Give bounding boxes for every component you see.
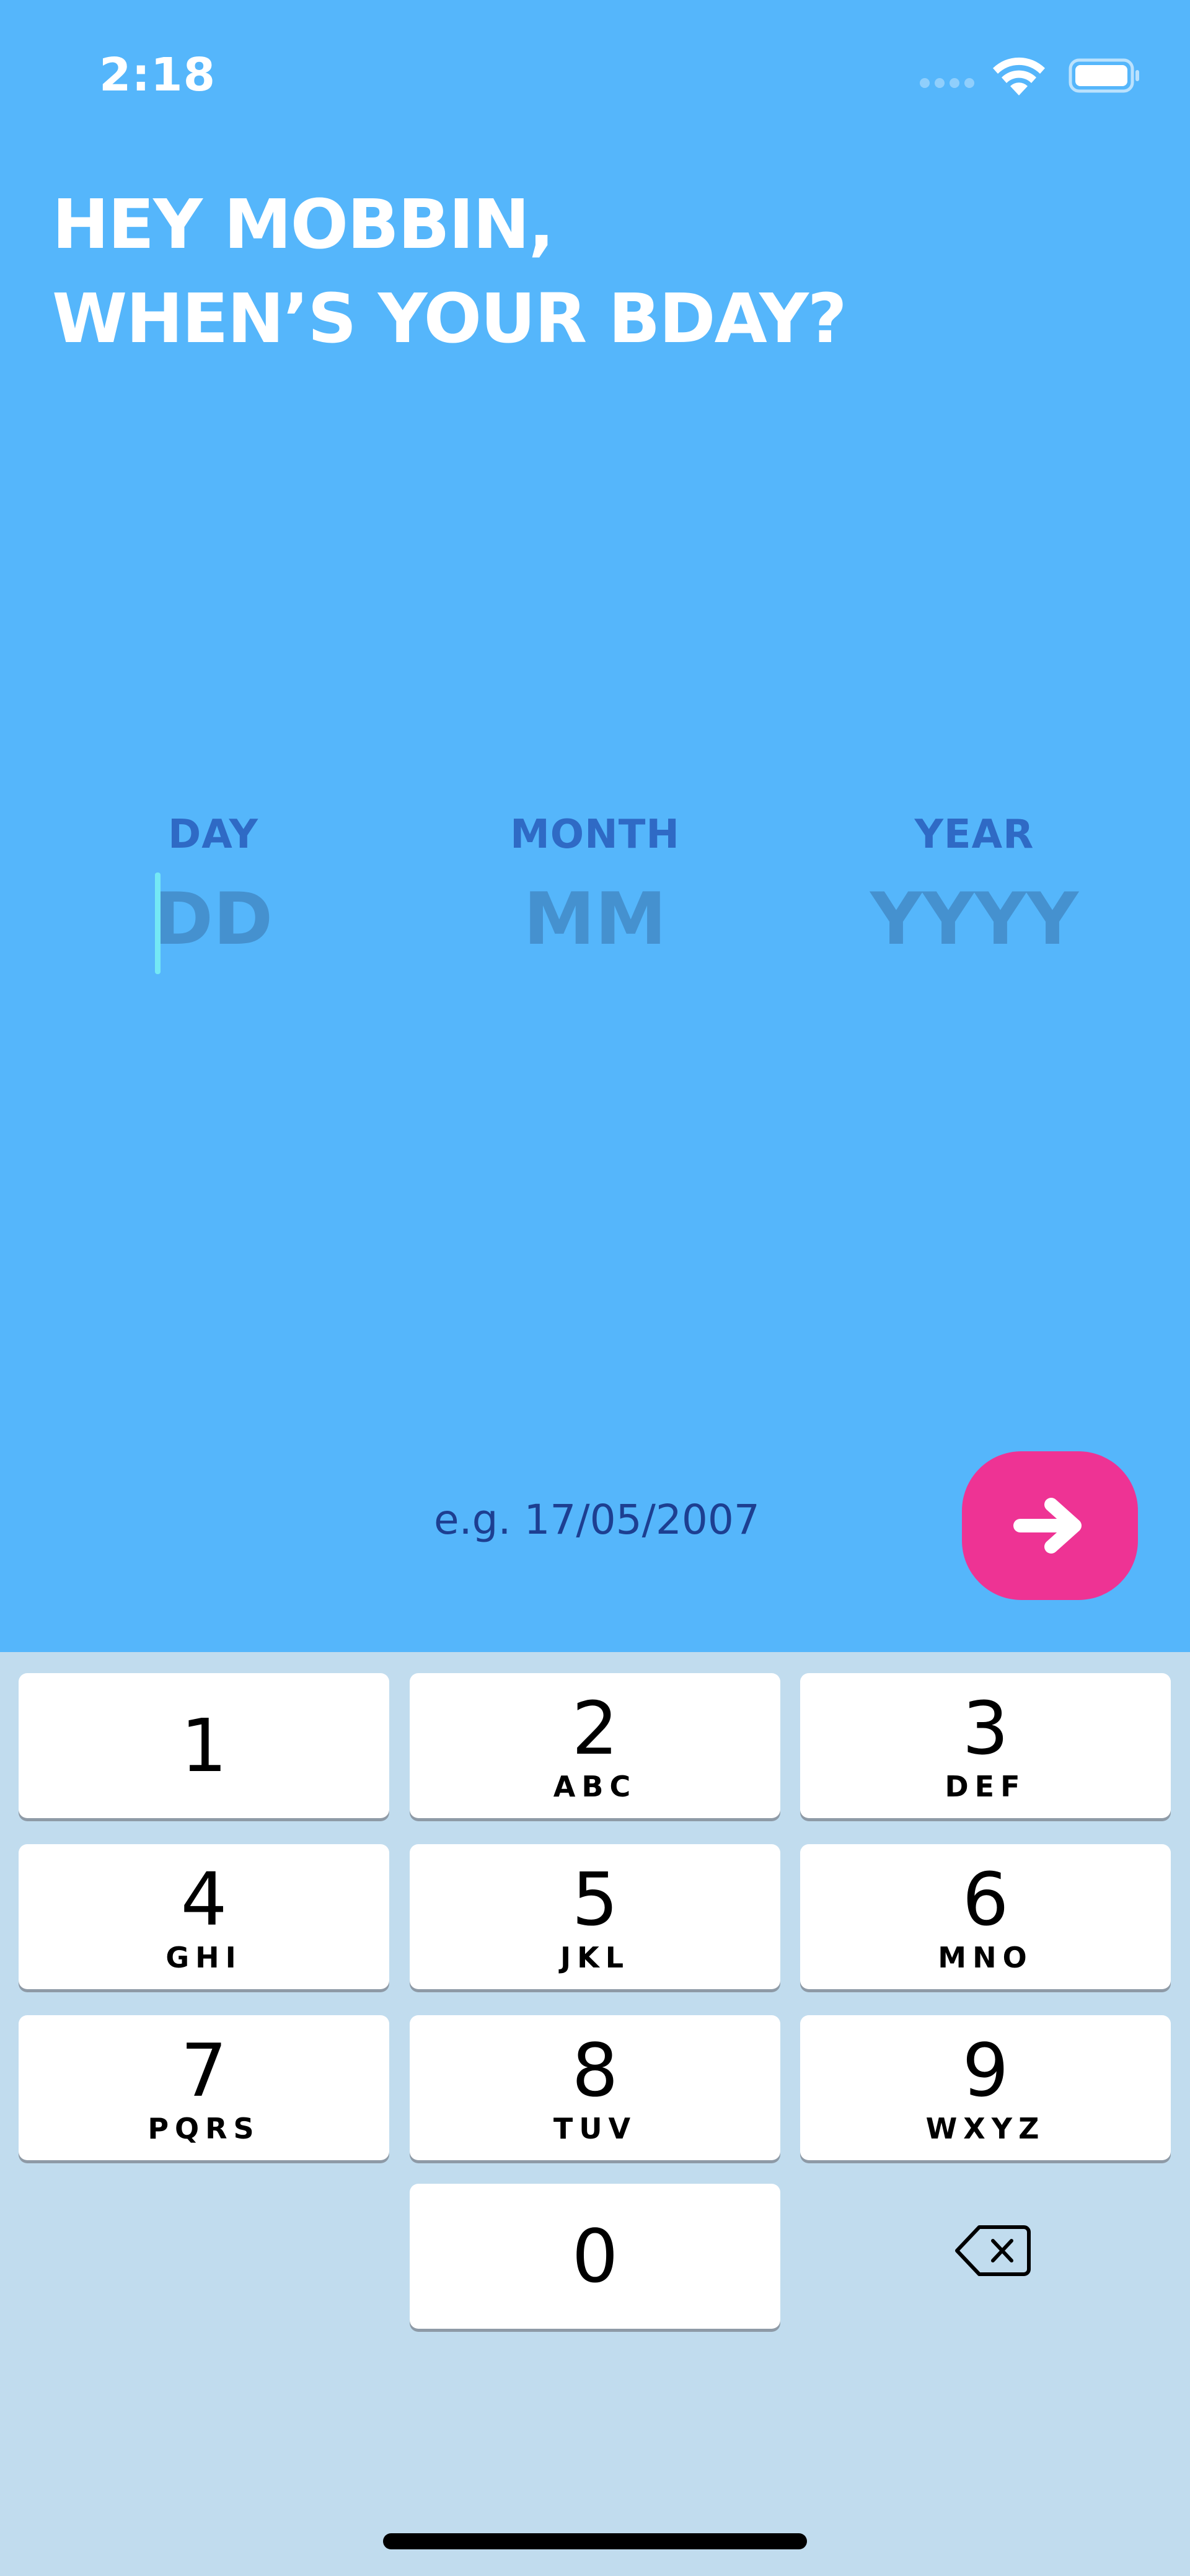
month-input[interactable] (459, 873, 731, 965)
key-digit: 2 (571, 1686, 619, 1771)
month-field-group: MONTH (459, 812, 731, 965)
key-7[interactable]: 7 PQRS (19, 2015, 389, 2160)
key-digit: 7 (180, 2028, 227, 2113)
date-format-hint: e.g. 17/05/2007 (434, 1496, 760, 1544)
key-letters: ABC (553, 1770, 637, 1803)
year-field-group: YEAR (838, 812, 1111, 965)
wifi-icon (993, 57, 1045, 95)
day-field-group: DAY (77, 812, 350, 965)
key-1[interactable]: 1 (19, 1673, 389, 1818)
birthday-screen: 2:18 HEY MOBBIN, WHEN’S YOUR BDAY? DAY M… (0, 0, 1190, 1652)
key-3[interactable]: 3 DEF (800, 1673, 1171, 1818)
key-digit: 6 (962, 1857, 1009, 1942)
key-letters: GHI (165, 1941, 242, 1974)
key-letters: JKL (560, 1941, 630, 1974)
year-label: YEAR (914, 812, 1034, 858)
key-digit: 1 (180, 1703, 227, 1788)
key-letters: DEF (945, 1770, 1026, 1803)
key-9[interactable]: 9 WXYZ (800, 2015, 1171, 2160)
status-time: 2:18 (99, 48, 216, 102)
headline-line-2: WHEN’S YOUR BDAY? (52, 279, 847, 358)
cellular-signal-icon (920, 78, 974, 89)
headline-line-1: HEY MOBBIN, (52, 185, 555, 264)
year-input[interactable] (838, 873, 1111, 965)
text-cursor (155, 873, 161, 974)
key-8[interactable]: 8 TUV (410, 2015, 780, 2160)
arrow-right-icon (1013, 1498, 1082, 1554)
key-digit: 3 (962, 1686, 1009, 1771)
key-letters: MNO (938, 1941, 1033, 1974)
battery-icon (1069, 58, 1139, 93)
page-title: HEY MOBBIN, WHEN’S YOUR BDAY? (52, 177, 847, 366)
month-label: MONTH (510, 812, 680, 858)
day-input[interactable] (77, 873, 350, 965)
key-0[interactable]: 0 (410, 2184, 780, 2329)
home-indicator (383, 2533, 807, 2549)
next-button[interactable] (962, 1451, 1138, 1600)
numeric-keypad: 1 2 ABC 3 DEF 4 GHI 5 JKL 6 MNO 7 PQRS 8… (0, 1652, 1190, 2576)
key-digit: 9 (962, 2028, 1009, 2113)
key-letters: PQRS (148, 2112, 260, 2145)
key-4[interactable]: 4 GHI (19, 1844, 389, 1989)
day-label: DAY (168, 812, 258, 858)
key-digit: 0 (571, 2213, 619, 2299)
backspace-key[interactable] (925, 2183, 1061, 2319)
key-digit: 5 (571, 1857, 619, 1942)
key-5[interactable]: 5 JKL (410, 1844, 780, 1989)
key-6[interactable]: 6 MNO (800, 1844, 1171, 1989)
backspace-icon (955, 2225, 1031, 2276)
key-digit: 8 (571, 2028, 619, 2113)
key-2[interactable]: 2 ABC (410, 1673, 780, 1818)
key-digit: 4 (180, 1857, 227, 1942)
key-letters: TUV (553, 2112, 637, 2145)
key-letters: WXYZ (925, 2112, 1046, 2145)
status-icons (920, 53, 1143, 97)
